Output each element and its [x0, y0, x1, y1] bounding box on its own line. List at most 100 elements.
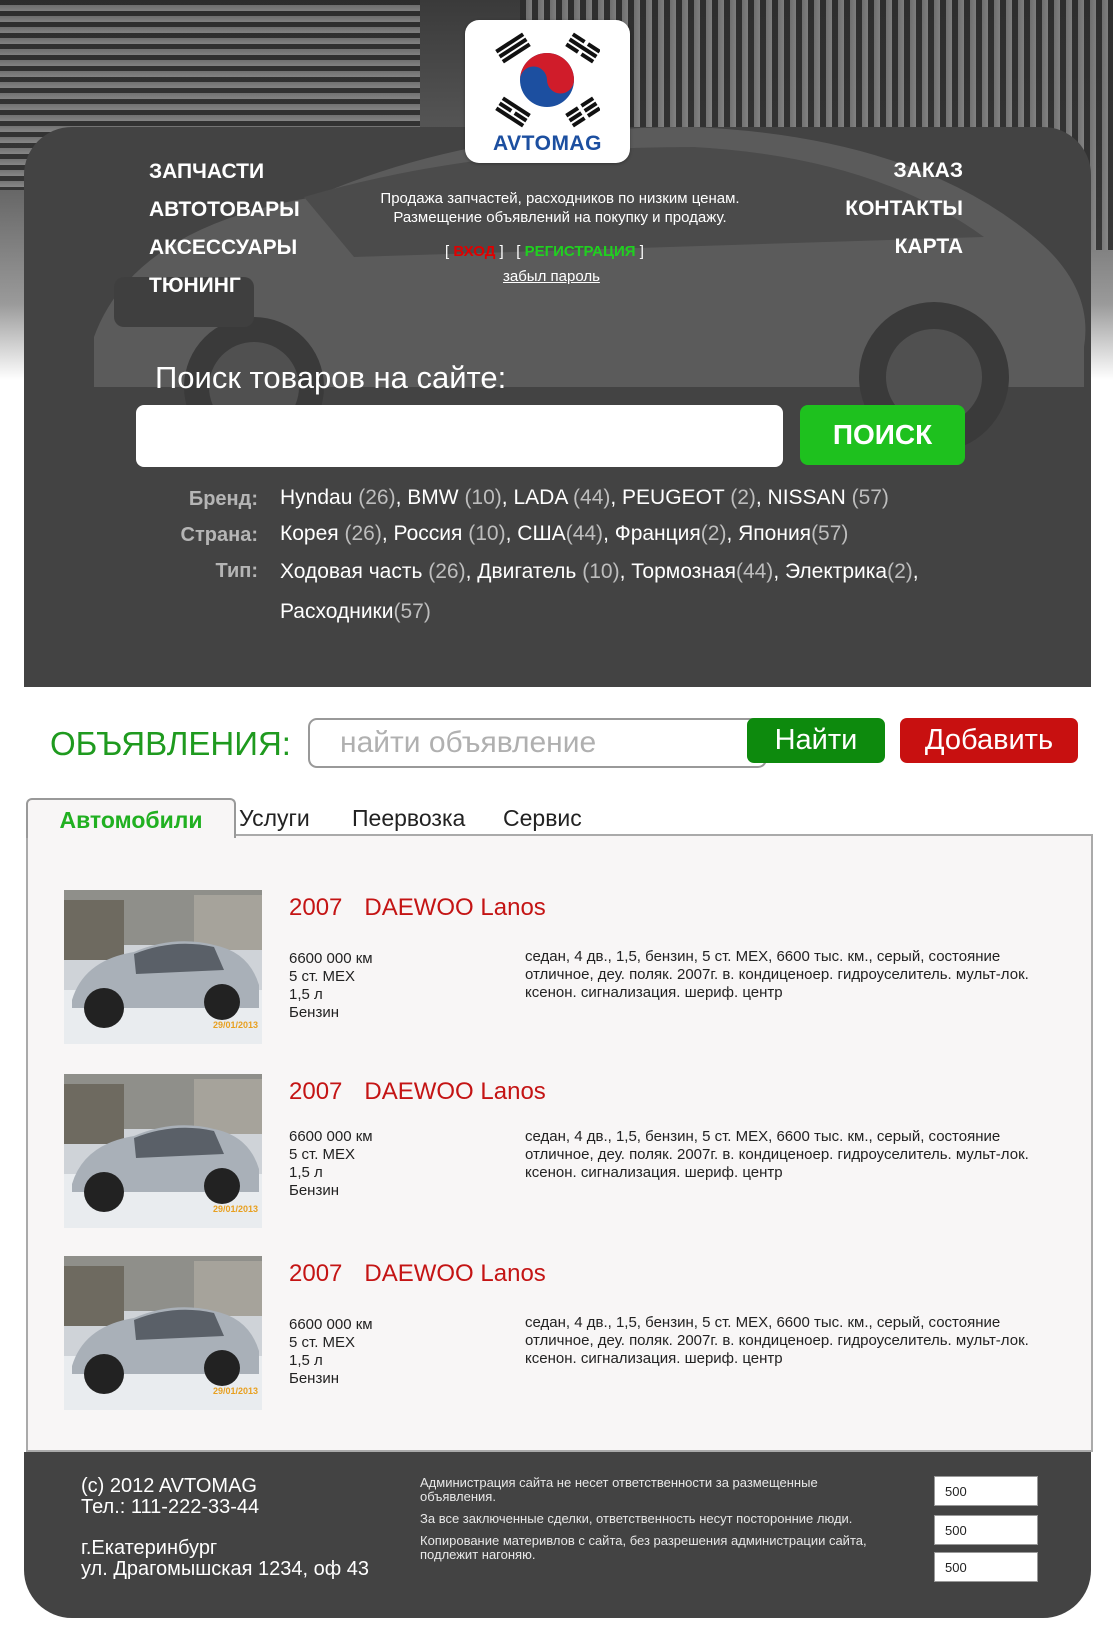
- tab-service-center[interactable]: Сервис: [503, 798, 582, 836]
- spec-mileage: 6600 000 км: [289, 1128, 373, 1145]
- car-photo[interactable]: 29/01/2013: [64, 1256, 262, 1410]
- register-link[interactable]: РЕГИСТРАЦИЯ: [525, 243, 636, 260]
- footer-contacts: (c) 2012 AVTOMAG Тел.: 111-222-33-44 г.Е…: [81, 1476, 369, 1580]
- filter-count: (44): [735, 560, 774, 583]
- add-ad-button[interactable]: Добавить: [900, 718, 1078, 763]
- counter-badge[interactable]: 500: [934, 1476, 1038, 1506]
- ads-search-input[interactable]: найти объявление: [308, 718, 767, 768]
- filter-count: (57): [393, 600, 431, 623]
- nav-left: ЗАПЧАСТИ АВТОТОВАРЫ АКСЕССУАРЫ ТЮНИНГ: [149, 153, 300, 305]
- car-photo[interactable]: 29/01/2013: [64, 1074, 262, 1228]
- filter-link[interactable]: PEUGEOT: [622, 486, 724, 509]
- list-item[interactable]: 29/01/2013 2007 DAEWOO Lanos 6600 000 км …: [64, 1256, 1084, 1416]
- filter-count: (44): [565, 522, 604, 545]
- disclaimer-copying: Копирование материвлов с сайта, без разр…: [420, 1533, 867, 1562]
- filter-link[interactable]: Корея: [280, 522, 339, 545]
- filter-link[interactable]: Ходовая часть: [280, 560, 422, 583]
- listing-description: седан, 4 дв., 1,5, бензин, 5 ст. МЕХ, 66…: [525, 1128, 1029, 1181]
- search-title: Поиск товаров на сайте:: [155, 360, 507, 395]
- spec-engine: 1,5 л: [289, 986, 323, 1003]
- login-link[interactable]: ВХОД: [453, 243, 495, 260]
- car-photo[interactable]: 29/01/2013: [64, 890, 262, 1044]
- filter-label-country: Страна:: [180, 524, 258, 546]
- listing-model: DAEWOO Lanos: [364, 1078, 546, 1105]
- spec-transmission: 5 ст. МЕХ: [289, 968, 356, 985]
- filter-label-brand: Бренд:: [188, 488, 258, 510]
- filter-link[interactable]: Расходники: [280, 600, 393, 623]
- filter-values-country: Корея (26), Россия (10), США(44), Франци…: [280, 522, 849, 545]
- filter-count: (26): [428, 560, 466, 583]
- spec-fuel: Бензин: [289, 1004, 340, 1021]
- listing-specs: 6600 000 км 5 ст. МЕХ 1,5 л Бензин: [289, 1316, 373, 1388]
- filter-link[interactable]: США: [517, 522, 565, 545]
- spec-fuel: Бензин: [289, 1370, 340, 1387]
- logo-text: AVTOMAG: [493, 132, 602, 155]
- filter-count: (10): [468, 522, 506, 545]
- spec-fuel: Бензин: [289, 1182, 340, 1199]
- filter-count: (57): [851, 486, 889, 509]
- spec-transmission: 5 ст. МЕХ: [289, 1334, 356, 1351]
- listing-year: 2007: [289, 1078, 343, 1105]
- listing-title[interactable]: 2007 DAEWOO Lanos: [289, 1078, 546, 1106]
- footer-copyright: (c) 2012 AVTOMAG: [81, 1475, 257, 1497]
- filter-link[interactable]: Япония: [738, 522, 811, 545]
- spec-transmission: 5 ст. МЕХ: [289, 1146, 356, 1163]
- listing-model: DAEWOO Lanos: [364, 1260, 546, 1287]
- filter-count: (10): [582, 560, 620, 583]
- disclaimer-responsibility: Администрация сайта не несет ответственн…: [420, 1475, 818, 1504]
- auth-links: [ ВХОД ] [ РЕГИСТРАЦИЯ ]: [445, 243, 644, 260]
- filter-count: (10): [464, 486, 502, 509]
- filter-count: (57): [811, 522, 849, 545]
- tagline-line-1: Продажа запчастей, расходников по низким…: [380, 190, 740, 207]
- listing-title[interactable]: 2007 DAEWOO Lanos: [289, 894, 546, 922]
- filter-count: (2): [730, 486, 756, 509]
- photo-date-stamp: 29/01/2013: [212, 1386, 258, 1396]
- site-logo[interactable]: AVTOMAG: [465, 20, 630, 163]
- list-item[interactable]: 29/01/2013 2007 DAEWOO Lanos 6600 000 км …: [64, 890, 1084, 1050]
- spec-engine: 1,5 л: [289, 1164, 323, 1181]
- ads-title: ОБЪЯВЛЕНИЯ:: [50, 725, 291, 762]
- filter-count: (26): [358, 486, 396, 509]
- filter-count: (2): [700, 522, 727, 545]
- footer-address: ул. Драгомышская 1234, оф 43: [81, 1558, 369, 1580]
- filter-link[interactable]: Тормозная: [631, 560, 736, 583]
- korean-flag-icon: [495, 32, 600, 128]
- nav-item-order[interactable]: ЗАКАЗ: [845, 152, 963, 190]
- listing-year: 2007: [289, 1260, 343, 1287]
- nav-item-tuning[interactable]: ТЮНИНГ: [149, 267, 300, 305]
- tab-cars[interactable]: Автомобили: [26, 798, 236, 838]
- nav-item-parts[interactable]: ЗАПЧАСТИ: [149, 153, 300, 191]
- filter-link[interactable]: Россия: [394, 522, 463, 545]
- nav-item-autogoods[interactable]: АВТОТОВАРЫ: [149, 191, 300, 229]
- nav-right: ЗАКАЗ КОНТАКТЫ КАРТА: [845, 152, 963, 266]
- tagline-line-2: Размещение объявлений на покупку и прода…: [393, 209, 727, 226]
- filter-values-type: Ходовая часть (26), Двигатель (10), Торм…: [280, 560, 919, 623]
- listings-panel: 29/01/2013 2007 DAEWOO Lanos 6600 000 км …: [26, 834, 1093, 1452]
- spec-mileage: 6600 000 км: [289, 1316, 373, 1333]
- search-input[interactable]: [136, 405, 783, 467]
- filter-link[interactable]: NISSAN: [768, 486, 846, 509]
- filter-link[interactable]: Электрика: [785, 560, 887, 583]
- list-item[interactable]: 29/01/2013 2007 DAEWOO Lanos 6600 000 км …: [64, 1074, 1084, 1234]
- tab-services[interactable]: Услуги: [239, 798, 310, 836]
- filter-count: (2): [887, 560, 913, 583]
- nav-item-contacts[interactable]: КОНТАКТЫ: [845, 190, 963, 228]
- find-ad-button[interactable]: Найти: [747, 718, 885, 763]
- tab-transport[interactable]: Пеервозка: [352, 798, 465, 836]
- photo-date-stamp: 29/01/2013: [212, 1204, 258, 1214]
- nav-item-accessories[interactable]: АКСЕССУАРЫ: [149, 229, 300, 267]
- counter-badge[interactable]: 500: [934, 1515, 1038, 1545]
- search-button[interactable]: ПОИСК: [800, 405, 965, 465]
- filter-link[interactable]: BMW: [407, 486, 458, 509]
- filter-link[interactable]: Hyndau: [280, 486, 352, 509]
- filter-count: (44): [573, 486, 611, 509]
- filter-link[interactable]: Франция: [615, 522, 701, 545]
- nav-item-map[interactable]: КАРТА: [845, 228, 963, 266]
- forgot-password-link[interactable]: забыл пароль: [503, 268, 600, 285]
- filter-link[interactable]: Двигатель: [477, 560, 576, 583]
- counter-badge[interactable]: 500: [934, 1552, 1038, 1582]
- listing-title[interactable]: 2007 DAEWOO Lanos: [289, 1260, 546, 1288]
- listing-model: DAEWOO Lanos: [364, 894, 546, 921]
- filter-link[interactable]: LADA: [513, 486, 567, 509]
- spec-engine: 1,5 л: [289, 1352, 323, 1369]
